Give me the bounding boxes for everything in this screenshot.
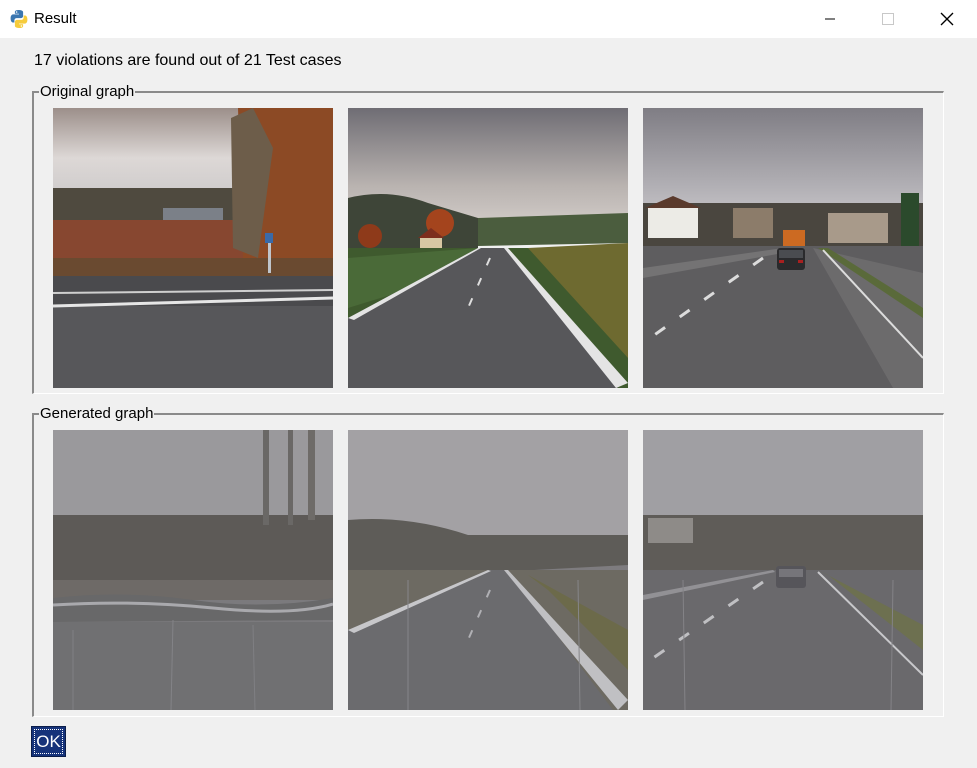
original-image-2 (348, 108, 628, 388)
generated-image-2 (348, 430, 628, 710)
python-icon (9, 9, 29, 29)
close-button[interactable] (918, 0, 976, 38)
original-graph-label: Original graph (39, 83, 136, 100)
maximize-button[interactable] (859, 0, 917, 38)
original-image-1 (53, 108, 333, 388)
maximize-icon (882, 13, 894, 25)
violations-summary: 17 violations are found out of 21 Test c… (34, 52, 342, 69)
generated-image-1 (53, 430, 333, 710)
original-graph-group: Original graph (32, 83, 944, 394)
generated-graph-label: Generated graph (39, 405, 155, 422)
close-icon (940, 12, 954, 26)
minimize-icon (825, 18, 835, 20)
generated-image-3 (643, 430, 923, 710)
title-bar: Result (0, 0, 977, 38)
original-image-3 (643, 108, 923, 388)
ok-button[interactable]: OK (31, 726, 66, 757)
window-title: Result (34, 10, 77, 27)
minimize-button[interactable] (801, 0, 859, 38)
generated-graph-group: Generated graph (32, 405, 944, 717)
